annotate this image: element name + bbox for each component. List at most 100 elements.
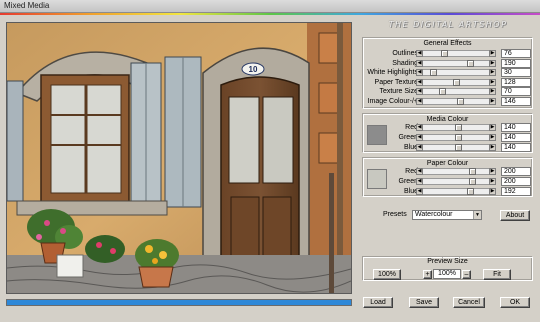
zoom-fit-button[interactable]: Fit (483, 269, 511, 280)
rainbow-stripe (0, 13, 540, 15)
arrow-right-icon[interactable]: ▶ (489, 144, 496, 151)
load-button[interactable]: Load (363, 297, 393, 308)
brand-logo-text: THE DIGITAL ARTSHOP (388, 20, 508, 29)
slider-row: White Highlights ◀ ▶ 30 (363, 68, 534, 77)
window-title: Mixed Media (4, 1, 50, 10)
arrow-right-icon[interactable]: ▶ (489, 134, 496, 141)
arrow-left-icon[interactable]: ◀ (416, 134, 423, 141)
slider-row: Texture Size ◀ ▶ 70 (363, 87, 534, 96)
slider-thumb[interactable] (467, 188, 474, 195)
slider-row: Red ◀ ▶ 200 (363, 167, 534, 176)
chevron-down-icon[interactable]: ▼ (473, 211, 481, 219)
progress-fill (7, 300, 351, 305)
slider-value-field[interactable]: 190 (501, 58, 531, 68)
arrow-right-icon[interactable]: ▶ (489, 59, 496, 67)
slider-value-field[interactable]: 192 (501, 187, 531, 196)
zoom-out-button[interactable]: – (462, 270, 471, 279)
arrow-left-icon[interactable]: ◀ (416, 97, 423, 105)
general-effects-group: General Effects Outlines ◀ ▶ 76 Shading ◀ ▶ 190… (362, 37, 533, 109)
slider-thumb[interactable] (457, 97, 464, 105)
arrow-right-icon[interactable]: ▶ (489, 88, 496, 95)
slider-value-field[interactable]: 76 (501, 49, 531, 58)
preview-picture: 10 (7, 23, 351, 293)
slider-label: Green (398, 134, 418, 141)
slider-thumb[interactable] (469, 178, 476, 185)
zoom-in-button[interactable]: + (423, 270, 432, 279)
ok-button[interactable]: OK (500, 297, 530, 308)
slider-thumb[interactable] (453, 78, 460, 86)
slider-track[interactable]: ◀ ▶ (416, 134, 496, 141)
about-button[interactable]: About (500, 210, 530, 221)
slider-thumb[interactable] (430, 69, 437, 76)
slider-track[interactable]: ◀ ▶ (416, 178, 496, 185)
slider-thumb[interactable] (439, 88, 446, 95)
general-effects-title: General Effects (423, 40, 472, 47)
slider-track[interactable]: ◀ ▶ (416, 124, 496, 131)
slider-label: Blue (403, 188, 418, 195)
arrow-right-icon[interactable]: ▶ (489, 178, 496, 185)
slider-thumb[interactable] (441, 50, 448, 57)
slider-value-field[interactable]: 200 (501, 167, 531, 176)
slider-track[interactable]: ◀ ▶ (416, 69, 496, 76)
slider-value-field[interactable]: 128 (501, 77, 531, 87)
slider-row: Blue ◀ ▶ 140 (363, 143, 534, 152)
title-bar: Mixed Media (0, 0, 540, 13)
cancel-button[interactable]: Cancel (453, 297, 485, 308)
arrow-left-icon[interactable]: ◀ (416, 88, 423, 95)
preview-size-title: Preview Size (427, 258, 468, 265)
arrow-left-icon[interactable]: ◀ (416, 78, 423, 86)
arrow-left-icon[interactable]: ◀ (416, 59, 423, 67)
slider-label: Outlines (392, 50, 418, 57)
presets-select[interactable]: Watercolour ▼ (412, 210, 482, 220)
slider-track[interactable]: ◀ ▶ (416, 188, 496, 195)
slider-label: Image Colour-/+ (367, 97, 418, 105)
slider-value-field[interactable]: 30 (501, 68, 531, 77)
house-number: 10 (249, 65, 258, 74)
media-colour-group: Media Colour Red ◀ ▶ 140 Green ◀ ▶ 140 Blue ◀ ▶ 140 (362, 113, 533, 153)
slider-value-field[interactable]: 146 (501, 96, 531, 106)
arrow-left-icon[interactable]: ◀ (416, 188, 423, 195)
slider-value-field[interactable]: 140 (501, 133, 531, 142)
arrow-right-icon[interactable]: ▶ (489, 97, 496, 105)
slider-thumb[interactable] (469, 168, 476, 175)
arrow-right-icon[interactable]: ▶ (489, 69, 496, 76)
slider-track[interactable]: ◀ ▶ (416, 144, 496, 151)
slider-label: Shading (392, 59, 418, 67)
arrow-left-icon[interactable]: ◀ (416, 144, 423, 151)
arrow-right-icon[interactable]: ▶ (489, 78, 496, 86)
arrow-right-icon[interactable]: ▶ (489, 168, 496, 175)
slider-track[interactable]: ◀ ▶ (416, 50, 496, 57)
slider-label: Texture Size (379, 88, 418, 95)
arrow-right-icon[interactable]: ▶ (489, 188, 496, 195)
slider-track[interactable]: ◀ ▶ (416, 168, 496, 175)
arrow-left-icon[interactable]: ◀ (416, 168, 423, 175)
slider-track[interactable]: ◀ ▶ (416, 59, 496, 67)
arrow-left-icon[interactable]: ◀ (416, 50, 423, 57)
save-button[interactable]: Save (409, 297, 439, 308)
slider-thumb[interactable] (455, 144, 462, 151)
slider-value-field[interactable]: 140 (501, 143, 531, 152)
slider-track[interactable]: ◀ ▶ (416, 78, 496, 86)
slider-value-field[interactable]: 70 (501, 87, 531, 96)
paper-colour-group: Paper Colour Red ◀ ▶ 200 Green ◀ ▶ 200 Blue ◀ ▶ 192 (362, 157, 533, 197)
image-preview[interactable]: 10 (6, 22, 352, 294)
arrow-left-icon[interactable]: ◀ (416, 69, 423, 76)
slider-value-field[interactable]: 140 (501, 123, 531, 132)
slider-track[interactable]: ◀ ▶ (416, 88, 496, 95)
slider-value-field[interactable]: 200 (501, 177, 531, 186)
slider-thumb[interactable] (455, 134, 462, 141)
slider-label: Red (405, 124, 418, 131)
zoom-100-button[interactable]: 100% (373, 269, 401, 280)
presets-label: Presets (383, 211, 407, 218)
zoom-level-field[interactable]: 100% (433, 269, 461, 279)
slider-thumb[interactable] (467, 59, 474, 67)
arrow-right-icon[interactable]: ▶ (489, 124, 496, 131)
slider-thumb[interactable] (455, 124, 462, 131)
slider-row: Image Colour-/+ ◀ ▶ 146 (363, 96, 534, 106)
slider-label: Red (405, 168, 418, 175)
arrow-left-icon[interactable]: ◀ (416, 124, 423, 131)
slider-track[interactable]: ◀ ▶ (416, 97, 496, 105)
arrow-left-icon[interactable]: ◀ (416, 178, 423, 185)
paper-colour-title: Paper Colour (426, 160, 469, 167)
arrow-right-icon[interactable]: ▶ (489, 50, 496, 57)
